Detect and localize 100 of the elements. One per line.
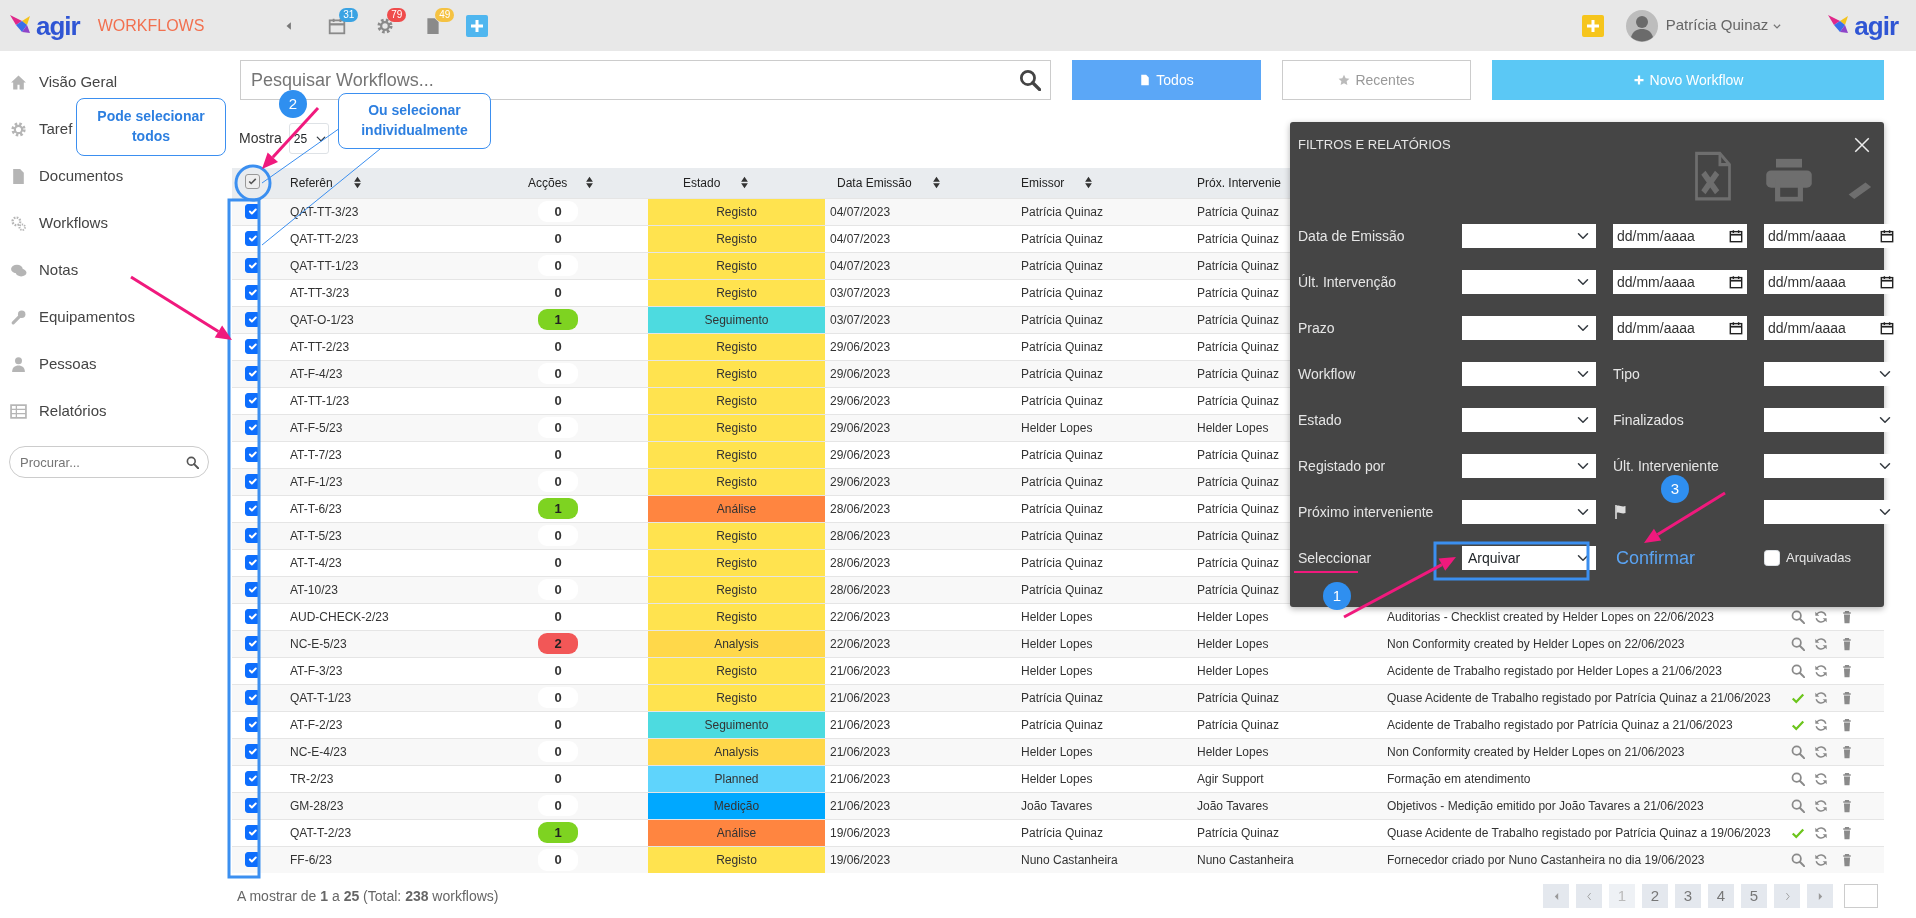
- avatar[interactable]: [1625, 9, 1658, 42]
- calendar-icon[interactable]: [1880, 321, 1894, 335]
- table-cell: João Tavares: [1195, 792, 1381, 819]
- date-field[interactable]: dd/mm/aaaa: [1613, 224, 1747, 248]
- close-icon[interactable]: [1853, 136, 1871, 154]
- refresh-icon[interactable]: [1814, 744, 1828, 759]
- table-cell: AT-T-5/23: [278, 522, 515, 549]
- trash-icon[interactable]: [1841, 798, 1853, 813]
- count-badge: 2: [538, 632, 578, 655]
- dropdown-field[interactable]: [1462, 270, 1596, 294]
- home-icon[interactable]: [10, 74, 27, 91]
- trash-icon[interactable]: [1841, 690, 1853, 705]
- refresh-icon[interactable]: [1814, 636, 1828, 651]
- trash-icon[interactable]: [1841, 663, 1853, 678]
- page-button[interactable]: 2: [1642, 884, 1668, 908]
- refresh-icon[interactable]: [1814, 609, 1828, 624]
- trash-icon[interactable]: [1841, 771, 1853, 786]
- dropdown-field[interactable]: [1462, 316, 1596, 340]
- add-icon[interactable]: [466, 14, 489, 37]
- page-size-select[interactable]: 25: [288, 123, 329, 154]
- column-header[interactable]: Acções: [528, 173, 568, 192]
- status-label: Registo: [648, 657, 825, 684]
- page-button[interactable]: 3: [1675, 884, 1701, 908]
- search-icon[interactable]: [1019, 69, 1041, 91]
- person-icon[interactable]: [10, 356, 27, 373]
- sidebar-item[interactable]: Equipamentos: [39, 306, 135, 329]
- dropdown-field[interactable]: Arquivar: [1462, 546, 1596, 570]
- sort-icon[interactable]: [585, 176, 595, 190]
- field-label: Workflow: [1298, 364, 1357, 384]
- refresh-icon[interactable]: [1814, 690, 1828, 705]
- table-cell: 29/06/2023: [825, 414, 1009, 441]
- sort-icon[interactable]: [1084, 176, 1094, 190]
- gear-icon[interactable]: [10, 121, 27, 138]
- gear-icon[interactable]: [376, 16, 395, 35]
- refresh-icon[interactable]: [1814, 825, 1828, 840]
- refresh-icon[interactable]: [1814, 852, 1828, 867]
- refresh-icon[interactable]: [1814, 717, 1828, 732]
- status-label: Registo: [648, 225, 825, 252]
- table-cell: 29/06/2023: [825, 360, 1009, 387]
- sidebar-item[interactable]: Taref: [39, 118, 73, 141]
- calendar-icon[interactable]: [1880, 229, 1894, 243]
- search-field[interactable]: Procurar...: [9, 446, 209, 478]
- printer-icon[interactable]: [1763, 156, 1815, 202]
- table-cell: Patrícia Quinaz: [1009, 684, 1195, 711]
- refresh-icon[interactable]: [1814, 771, 1828, 786]
- gears-icon[interactable]: [10, 215, 27, 232]
- trash-icon[interactable]: [1841, 825, 1853, 840]
- search-icon[interactable]: [186, 456, 199, 469]
- calendar-icon[interactable]: [1729, 321, 1743, 335]
- column-header[interactable]: Estado: [683, 173, 721, 192]
- sidebar-item[interactable]: Visão Geral: [39, 71, 118, 94]
- table-cell: Objetivos - Medição emitido por João Tavares a 21/06/2023: [1381, 792, 1791, 819]
- search-field[interactable]: Pesquisar Workflows...: [240, 60, 1051, 100]
- field-label: Tipo: [1613, 364, 1641, 384]
- page-button[interactable]: 5: [1741, 884, 1767, 908]
- dropdown-field[interactable]: [1462, 224, 1596, 248]
- sidebar-item[interactable]: Documentos: [39, 165, 124, 188]
- select-all-checkbox[interactable]: [245, 173, 260, 189]
- trash-icon[interactable]: [1841, 717, 1853, 732]
- status-label: Registo: [648, 522, 825, 549]
- page-button[interactable]: 4: [1708, 884, 1734, 908]
- checkbox[interactable]: [1764, 550, 1780, 566]
- date-field[interactable]: dd/mm/aaaa: [1613, 270, 1747, 294]
- dropdown-field[interactable]: [1462, 500, 1596, 524]
- refresh-icon[interactable]: [1814, 663, 1828, 678]
- sidebar-item[interactable]: Pessoas: [39, 353, 97, 376]
- page-input[interactable]: [1844, 884, 1878, 908]
- table-cell: Patrícia Quinaz: [1009, 576, 1195, 603]
- checkbox-label[interactable]: Arquivadas: [1786, 548, 1852, 568]
- wrench-icon[interactable]: [10, 309, 27, 326]
- table-cell: GM-28/23: [278, 792, 515, 819]
- trash-icon[interactable]: [1841, 609, 1853, 624]
- table-icon[interactable]: [10, 403, 27, 420]
- user-name[interactable]: Patrícia Quinaz: [1665, 14, 1769, 37]
- table-cell: NC-E-5/23: [278, 630, 515, 657]
- confirm-link[interactable]: Confirmar: [1613, 546, 1747, 570]
- calendar-icon[interactable]: [1729, 229, 1743, 243]
- table-cell: QAT-T-1/23: [278, 684, 515, 711]
- refresh-icon[interactable]: [1814, 798, 1828, 813]
- date-field[interactable]: dd/mm/aaaa: [1613, 316, 1747, 340]
- trash-icon[interactable]: [1841, 744, 1853, 759]
- field-label: Seleccionar: [1298, 548, 1373, 568]
- column-header[interactable]: Emissor: [1021, 173, 1065, 192]
- sort-icon[interactable]: [352, 176, 362, 190]
- sort-icon[interactable]: [740, 176, 750, 190]
- table-cell: 29/06/2023: [825, 468, 1009, 495]
- calendar-icon[interactable]: [1880, 275, 1894, 289]
- sidebar-item[interactable]: Workflows: [39, 212, 108, 235]
- document-icon[interactable]: [10, 168, 27, 185]
- trash-icon[interactable]: [1841, 636, 1853, 651]
- column-header[interactable]: Referên: [290, 173, 333, 192]
- dropdown-field[interactable]: [1462, 408, 1596, 432]
- calendar-icon[interactable]: [1729, 275, 1743, 289]
- sidebar-item[interactable]: Notas: [39, 259, 79, 282]
- sort-icon[interactable]: [931, 176, 941, 190]
- chat-icon[interactable]: [10, 262, 27, 279]
- dropdown-field[interactable]: [1462, 362, 1596, 386]
- trash-icon[interactable]: [1841, 852, 1853, 867]
- dropdown-field[interactable]: [1462, 454, 1596, 478]
- sidebar-item[interactable]: Relatórios: [39, 400, 107, 423]
